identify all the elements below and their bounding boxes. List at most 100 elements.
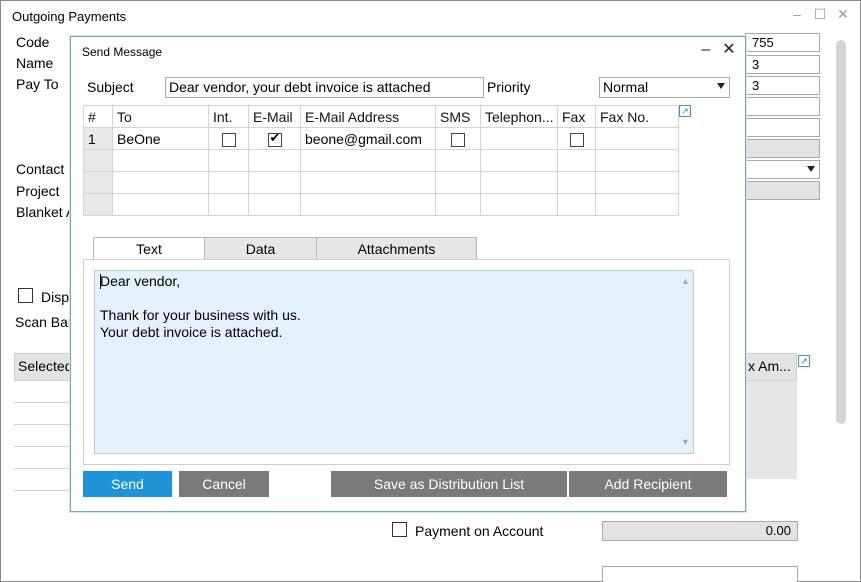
empty-cell[interactable]	[300, 193, 436, 216]
field-5[interactable]	[745, 118, 820, 137]
scroll-down-icon[interactable]: ▼	[681, 434, 690, 451]
tab-data[interactable]: Data	[204, 237, 317, 260]
row-number[interactable]	[83, 149, 113, 172]
empty-cell[interactable]	[480, 193, 558, 216]
empty-cell[interactable]	[595, 171, 679, 194]
cancel-button[interactable]: Cancel	[179, 471, 269, 497]
text-cursor	[100, 274, 101, 289]
empty-cell[interactable]	[435, 193, 481, 216]
sms-cell[interactable]	[435, 127, 481, 150]
empty-cell[interactable]	[595, 149, 679, 172]
empty-cell[interactable]	[112, 171, 209, 194]
empty-cell[interactable]	[208, 149, 249, 172]
empty-cell[interactable]	[435, 171, 481, 194]
col-header-int[interactable]: Int.	[208, 105, 249, 128]
field-4[interactable]	[745, 97, 820, 116]
row-number[interactable]: 1	[83, 127, 113, 150]
contact-select[interactable]	[745, 160, 820, 179]
bg-grid-row	[14, 469, 70, 491]
next-field[interactable]	[602, 566, 798, 582]
row-number[interactable]	[83, 171, 113, 194]
table-row[interactable]	[83, 193, 679, 216]
table-row[interactable]	[83, 149, 679, 172]
name-field[interactable]: 3	[745, 55, 820, 74]
bg-grid-row	[14, 381, 70, 403]
grid-header-row: # To Int. E-Mail E-Mail Address SMS Tele…	[83, 105, 679, 128]
subject-input[interactable]: Dear vendor, your debt invoice is attach…	[165, 77, 484, 98]
tab-data-label: Data	[245, 241, 276, 257]
send-button[interactable]: Send	[83, 471, 172, 497]
code-field[interactable]: 755	[745, 33, 820, 52]
row-number[interactable]	[83, 193, 113, 216]
priority-select[interactable]: Normal	[599, 77, 730, 98]
col-header-to[interactable]: To	[112, 105, 209, 128]
save-distribution-list-button[interactable]: Save as Distribution List	[331, 471, 567, 497]
email-address-cell[interactable]: beone@gmail.com	[300, 127, 436, 150]
close-icon[interactable]: ✕	[721, 41, 737, 59]
email-checkbox[interactable]: ✔	[267, 130, 282, 147]
empty-cell[interactable]	[300, 171, 436, 194]
empty-cell[interactable]	[300, 149, 436, 172]
chevron-down-icon	[717, 83, 725, 89]
empty-cell[interactable]	[595, 193, 679, 216]
tab-text[interactable]: Text	[93, 237, 205, 261]
priority-value: Normal	[603, 79, 649, 95]
payment-on-account-field: 0.00	[602, 521, 798, 541]
col-header-fax-no[interactable]: Fax No.	[595, 105, 679, 128]
col-header-fax[interactable]: Fax	[557, 105, 596, 128]
sms-checkbox[interactable]	[451, 132, 465, 147]
email-cell[interactable]: ✔	[248, 127, 301, 150]
empty-cell[interactable]	[480, 171, 558, 194]
blanket-label: Blanket A	[16, 204, 76, 220]
message-textarea[interactable]: Dear vendor, Thank for your business wit…	[94, 270, 694, 454]
chevron-down-icon	[807, 166, 815, 172]
window-scrollbar[interactable]	[836, 40, 846, 424]
int-checkbox[interactable]	[221, 132, 236, 147]
int-cell[interactable]	[208, 127, 249, 150]
dialog-title: Send Message	[82, 45, 163, 59]
close-icon[interactable]: ✕	[836, 7, 850, 21]
fax-no-cell[interactable]	[595, 127, 679, 150]
empty-cell[interactable]	[557, 171, 596, 194]
empty-cell[interactable]	[248, 193, 301, 216]
table-row[interactable]: 1 BeOne ✔ beone@gmail.com	[83, 127, 679, 150]
empty-cell[interactable]	[557, 149, 596, 172]
selected-column-header: Selected	[18, 358, 73, 374]
bg-grid-row	[14, 447, 70, 469]
empty-cell[interactable]	[435, 149, 481, 172]
empty-cell[interactable]	[112, 149, 209, 172]
recipient-to-cell[interactable]: BeOne	[112, 127, 209, 150]
bg-grid-cells-right	[745, 381, 797, 479]
col-header-number: #	[83, 105, 113, 128]
col-header-email[interactable]: E-Mail	[248, 105, 301, 128]
code-label: Code	[16, 34, 50, 50]
empty-cell[interactable]	[208, 171, 249, 194]
table-row[interactable]	[83, 171, 679, 194]
empty-cell[interactable]	[557, 193, 596, 216]
add-recipient-button[interactable]: Add Recipient	[569, 471, 727, 497]
telephone-cell[interactable]	[480, 127, 558, 150]
empty-cell[interactable]	[112, 193, 209, 216]
minimize-icon[interactable]: –	[698, 41, 714, 59]
col-header-sms[interactable]: SMS	[435, 105, 481, 128]
payment-on-account-label: Payment on Account	[415, 523, 544, 539]
tab-attachments[interactable]: Attachments	[316, 237, 477, 260]
scroll-up-icon[interactable]: ▲	[681, 273, 690, 290]
maximize-icon[interactable]: ☐	[813, 7, 827, 21]
empty-cell[interactable]	[248, 171, 301, 194]
payment-on-account-checkbox[interactable]	[392, 522, 407, 537]
fax-cell[interactable]	[557, 127, 596, 150]
col-header-telephone[interactable]: Telephon...	[480, 105, 558, 128]
pay-to-field[interactable]: 3	[745, 76, 820, 95]
empty-cell[interactable]	[480, 149, 558, 172]
empty-cell[interactable]	[248, 149, 301, 172]
expand-icon[interactable]: ↗	[679, 105, 691, 117]
message-line: Thank for your business with us.	[100, 307, 301, 323]
scan-bar-label: Scan Bar	[15, 314, 73, 330]
display-checkbox[interactable]	[18, 288, 33, 303]
expand-icon[interactable]: ↗	[798, 355, 810, 367]
minimize-icon[interactable]: –	[790, 7, 804, 21]
col-header-email-address[interactable]: E-Mail Address	[300, 105, 436, 128]
fax-checkbox[interactable]	[569, 132, 584, 147]
empty-cell[interactable]	[208, 193, 249, 216]
